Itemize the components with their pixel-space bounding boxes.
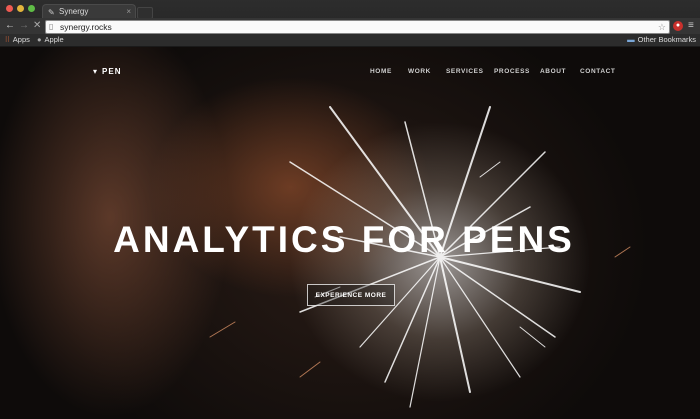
favicon-icon: ✎ bbox=[48, 8, 55, 17]
hero-section: ▾ PEN HOME WORK SERVICES PROCESS ABOUT CO… bbox=[0, 47, 700, 419]
bookmarks-bar: ⁝⁝ Apps ● Apple ▬ Other Bookmarks bbox=[0, 34, 700, 47]
back-arrow-icon[interactable]: ← bbox=[5, 19, 15, 33]
hero-headline: ANALYTICS FOR PENS bbox=[113, 219, 575, 260]
browser-tab[interactable]: ✎ Synergy × bbox=[42, 4, 136, 19]
nav-about[interactable]: ABOUT bbox=[540, 68, 566, 75]
bookmark-apps[interactable]: ⁝⁝ Apps bbox=[5, 34, 30, 46]
star-icon[interactable]: ☆ bbox=[658, 21, 666, 33]
forward-arrow-icon[interactable]: → bbox=[19, 19, 29, 33]
experience-more-button[interactable]: EXPERIENCE MORE bbox=[307, 284, 395, 306]
page-icon: ▯ bbox=[49, 22, 54, 31]
pen-logo-icon: ▾ bbox=[93, 67, 99, 76]
extension-icon[interactable]: ● bbox=[673, 21, 683, 31]
bookmark-other-label: Other Bookmarks bbox=[637, 35, 696, 44]
apple-icon: ● bbox=[37, 35, 42, 44]
stop-icon[interactable]: ✕ bbox=[33, 19, 41, 33]
folder-icon: ▬ bbox=[627, 35, 635, 44]
nav-services[interactable]: SERVICES bbox=[446, 68, 484, 75]
url-text[interactable]: synergy.rocks bbox=[60, 21, 112, 33]
close-window-button[interactable] bbox=[6, 5, 13, 12]
zoom-window-button[interactable] bbox=[28, 5, 35, 12]
bookmark-apple-label: Apple bbox=[44, 35, 64, 44]
browser-toolbar: ← → ✕ ▯ synergy.rocks ☆ ● ≡ bbox=[0, 18, 700, 34]
tab-close-icon[interactable]: × bbox=[126, 7, 131, 16]
menu-icon[interactable]: ≡ bbox=[688, 19, 694, 33]
apps-grid-icon: ⁝⁝ bbox=[5, 35, 10, 44]
address-bar[interactable]: ▯ synergy.rocks ☆ bbox=[45, 20, 670, 34]
nav-work[interactable]: WORK bbox=[408, 68, 431, 75]
tab-title: Synergy bbox=[59, 7, 89, 16]
nav-contact[interactable]: CONTACT bbox=[580, 68, 616, 75]
title-bar: ✎ Synergy × bbox=[0, 0, 700, 19]
browser-chrome: ✎ Synergy × ← → ✕ ▯ synergy.rocks ☆ ● ≡ … bbox=[0, 0, 700, 47]
logo-text: PEN bbox=[102, 67, 122, 76]
site-logo[interactable]: ▾ PEN bbox=[93, 67, 121, 76]
bookmark-apple[interactable]: ● Apple bbox=[37, 34, 64, 46]
minimize-window-button[interactable] bbox=[17, 5, 24, 12]
nav-home[interactable]: HOME bbox=[370, 68, 392, 75]
bookmark-other[interactable]: ▬ Other Bookmarks bbox=[627, 34, 696, 46]
bookmark-apps-label: Apps bbox=[12, 35, 30, 44]
nav-process[interactable]: PROCESS bbox=[494, 68, 530, 75]
